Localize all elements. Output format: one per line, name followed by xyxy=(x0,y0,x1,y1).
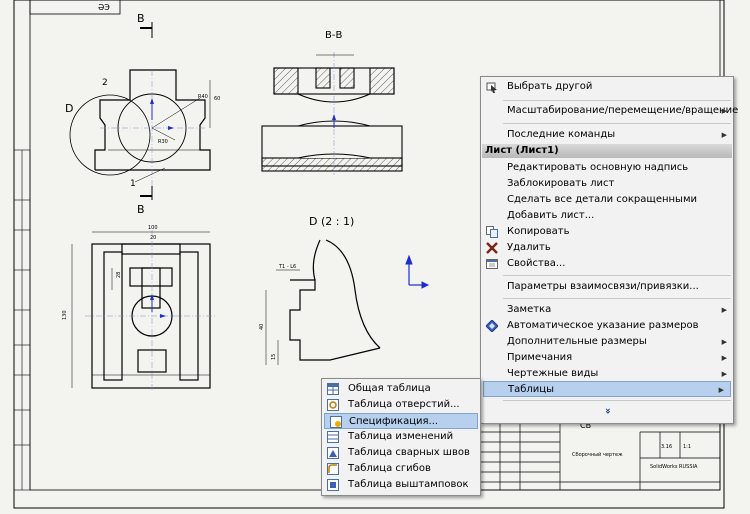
menu-expand-chevron-icon[interactable]: » xyxy=(481,404,733,418)
dim-130: 130 xyxy=(62,310,68,320)
axis-marker-top xyxy=(150,294,166,318)
submenu-item-general-table[interactable]: Общая таблица xyxy=(322,381,480,397)
coordinate-triad-icon xyxy=(405,254,430,289)
revision-table-icon xyxy=(327,431,339,443)
menu-section-sheet: Лист (Лист1) xyxy=(482,144,732,158)
submenu-arrow-icon: ▶ xyxy=(721,354,727,362)
dim-28: 28 xyxy=(116,272,122,278)
detail-note: T1 - L6 xyxy=(278,264,296,270)
select-other-icon xyxy=(486,81,498,93)
top-view[interactable] xyxy=(71,230,215,390)
hole-table-icon xyxy=(327,399,339,411)
axis-marker-front xyxy=(150,98,174,130)
bom-icon xyxy=(330,416,342,428)
section-marker-bottom: В xyxy=(137,186,153,216)
submenu-arrow-icon: ▶ xyxy=(721,131,727,139)
menu-item-relations-snaps[interactable]: Параметры взаимосвязи/привязки... xyxy=(481,279,733,295)
delete-icon xyxy=(486,242,498,254)
menu-item-make-lightweight[interactable]: Сделать все детали сокращенными xyxy=(481,192,733,208)
menu-item-recent-commands[interactable]: Последние команды ▶ xyxy=(481,127,733,143)
menu-separator xyxy=(503,298,731,299)
punch-table-icon xyxy=(327,479,339,491)
menu-item-copy[interactable]: Копировать xyxy=(481,224,733,240)
detail-view-label: D (2 : 1) xyxy=(309,215,354,228)
mass-value: 3.16 xyxy=(661,444,672,450)
submenu-item-punch-table[interactable]: Таблица выштамповок xyxy=(322,477,480,493)
company-name: SolidWorks RUSSIA xyxy=(650,464,698,470)
menu-item-properties[interactable]: Свойства... xyxy=(481,256,733,272)
front-view[interactable] xyxy=(69,69,211,190)
context-menu[interactable]: Выбрать другой Масштабирование/перемещен… xyxy=(480,76,738,424)
top-code-text: ӘЭ xyxy=(98,3,110,12)
svg-text:В: В xyxy=(137,203,145,216)
balloon-2: 2 xyxy=(102,78,108,88)
submenu-arrow-icon: ▶ xyxy=(721,306,727,314)
section-view[interactable] xyxy=(261,52,403,175)
dim-60: 60 xyxy=(214,96,220,102)
menu-item-lock-sheet[interactable]: Заблокировать лист xyxy=(481,176,733,192)
dim-40: 40 xyxy=(259,324,265,330)
menu-item-zoom-pan-rotate[interactable]: Масштабирование/перемещение/вращение ▶ xyxy=(481,103,738,119)
section-marker-top: В xyxy=(137,12,153,38)
dim-r30: R30 xyxy=(158,139,168,145)
weld-table-icon xyxy=(327,447,339,459)
scale-value: 1:1 xyxy=(683,444,691,450)
menu-separator xyxy=(503,123,731,124)
section-view-label: В-В xyxy=(325,30,342,41)
balloon-1: 1 xyxy=(130,179,136,189)
dim-100: 100 xyxy=(148,225,158,231)
dim-20: 20 xyxy=(150,235,156,241)
submenu-item-revision-table[interactable]: Таблица изменений xyxy=(322,429,480,445)
submenu-arrow-icon: ▶ xyxy=(721,338,727,346)
menu-item-note[interactable]: Заметка ▶ xyxy=(481,302,733,318)
menu-item-delete[interactable]: Удалить xyxy=(481,240,733,256)
submenu-arrow-icon: ▶ xyxy=(718,386,724,394)
bend-table-icon xyxy=(327,463,339,475)
submenu-item-bend-table[interactable]: Таблица сгибов xyxy=(322,461,480,477)
left-stamp-column xyxy=(13,149,31,491)
tables-submenu[interactable]: Общая таблица Таблица отверстий... Специ… xyxy=(321,378,481,496)
drawing-name: Сборочный чертеж xyxy=(572,451,623,458)
submenu-arrow-icon: ▶ xyxy=(721,107,727,115)
properties-icon xyxy=(486,258,498,270)
submenu-item-weld-table[interactable]: Таблица сварных швов xyxy=(322,445,480,461)
menu-separator xyxy=(503,100,731,101)
menu-item-add-sheet[interactable]: Добавить лист... xyxy=(481,208,733,224)
submenu-arrow-icon: ▶ xyxy=(721,370,727,378)
dim-15: 15 xyxy=(271,354,277,360)
svg-text:В: В xyxy=(137,12,145,25)
menu-item-edit-title-block[interactable]: Редактировать основную надпись xyxy=(481,160,733,176)
detail-circle-label: D xyxy=(65,102,73,115)
copy-icon xyxy=(486,226,498,238)
menu-separator xyxy=(503,400,731,401)
general-table-icon xyxy=(327,383,339,395)
menu-item-select-other[interactable]: Выбрать другой xyxy=(481,79,733,95)
auto-dimension-icon xyxy=(485,319,499,333)
menu-item-annotations[interactable]: Примечания ▶ xyxy=(481,350,733,366)
detail-view[interactable] xyxy=(265,239,381,365)
menu-item-more-dimensions[interactable]: Дополнительные размеры ▶ xyxy=(481,334,733,350)
submenu-item-hole-table[interactable]: Таблица отверстий... xyxy=(322,397,480,413)
menu-item-drawing-views[interactable]: Чертежные виды ▶ xyxy=(481,366,733,382)
submenu-item-bom[interactable]: Спецификация... xyxy=(324,413,478,429)
menu-item-auto-dimension[interactable]: Автоматическое указание размеров xyxy=(481,318,733,334)
menu-separator xyxy=(503,275,731,276)
dim-r40: R40 xyxy=(198,94,208,100)
menu-item-tables[interactable]: Таблицы ▶ xyxy=(483,381,731,397)
